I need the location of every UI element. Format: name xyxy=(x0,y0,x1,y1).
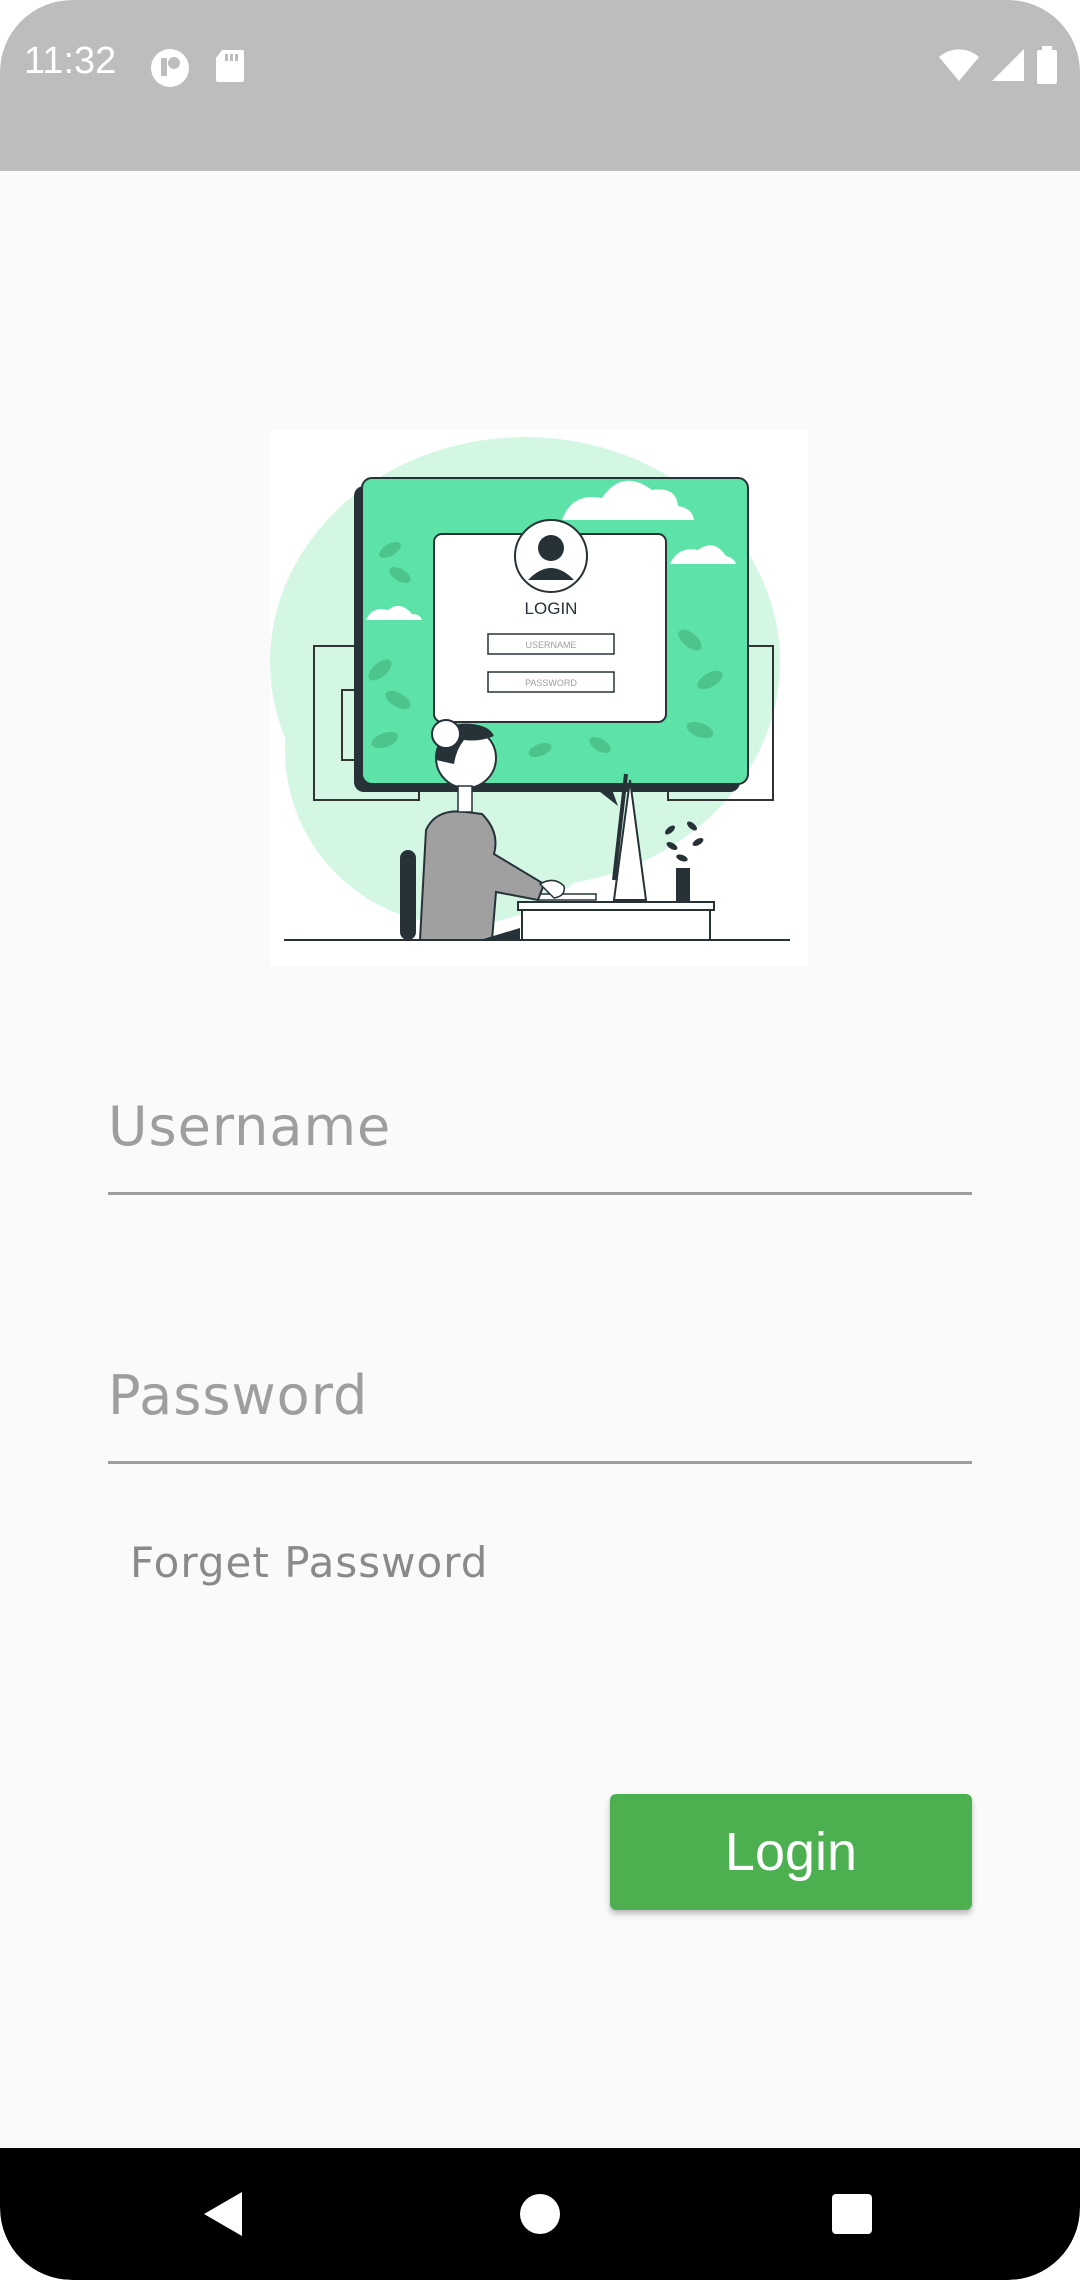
status-icons xyxy=(938,46,1058,89)
recents-icon[interactable] xyxy=(824,2186,880,2242)
wifi-icon xyxy=(938,47,980,88)
illustration-field1: USERNAME xyxy=(525,640,576,650)
login-illustration: LOGIN USERNAME PASSWORD xyxy=(270,430,808,966)
back-icon[interactable] xyxy=(196,2186,252,2242)
signal-icon xyxy=(990,47,1026,88)
forget-password-link[interactable]: Forget Password xyxy=(130,1538,488,1587)
sd-card-icon xyxy=(214,48,246,89)
illustration-title: LOGIN xyxy=(525,599,578,618)
username-input[interactable] xyxy=(108,1095,972,1158)
login-button[interactable]: Login xyxy=(610,1794,972,1910)
illustration-field2: PASSWORD xyxy=(525,678,577,688)
username-field[interactable] xyxy=(108,1062,972,1195)
media-icon xyxy=(150,48,190,93)
status-time: 11:32 xyxy=(24,40,117,82)
password-field[interactable] xyxy=(108,1331,972,1464)
login-screen: 11:32 LOGIN USERNAME PASSWORD Username F… xyxy=(0,0,1080,2280)
password-input[interactable] xyxy=(108,1364,972,1427)
status-bar: 11:32 xyxy=(0,0,1080,171)
battery-icon xyxy=(1036,46,1058,89)
home-icon[interactable] xyxy=(512,2186,568,2242)
